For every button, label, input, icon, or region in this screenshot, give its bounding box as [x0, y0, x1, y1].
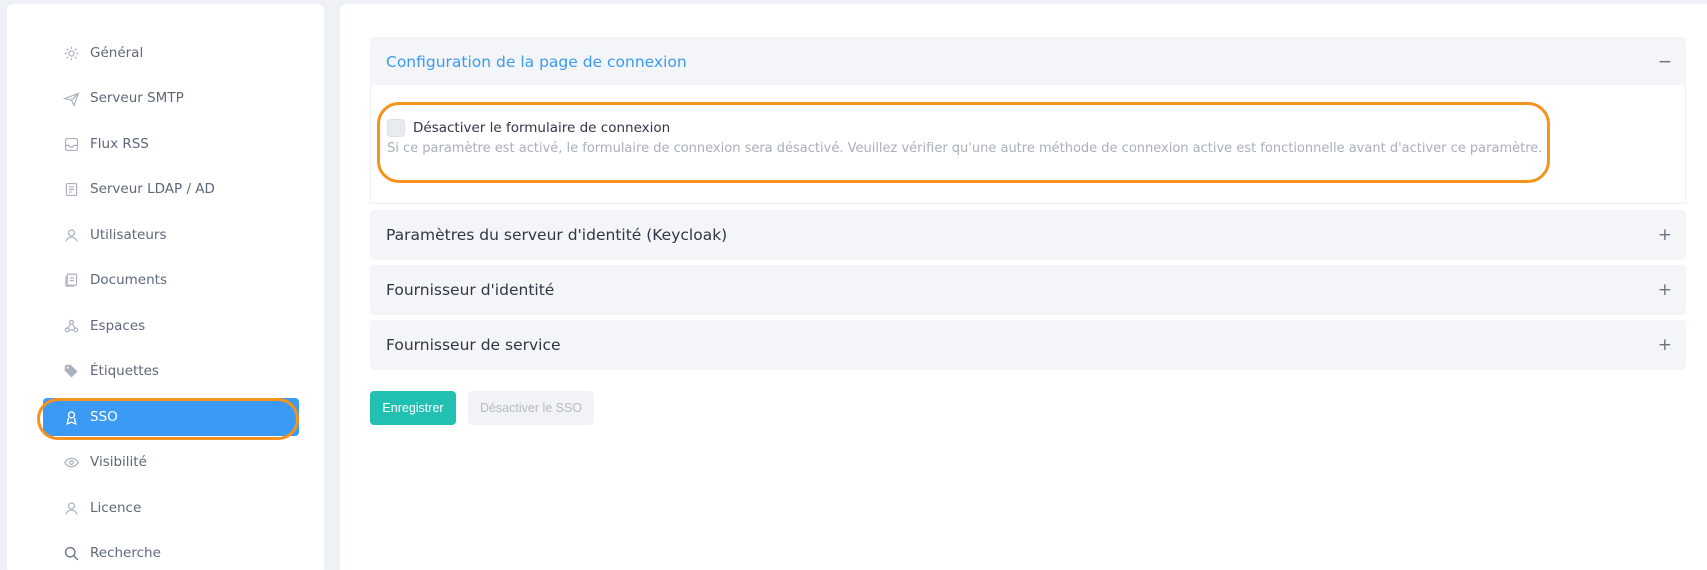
eye-icon [63, 454, 80, 471]
sidebar-item-label: Serveur SMTP [90, 90, 184, 106]
collapse-icon[interactable]: − [1658, 52, 1672, 72]
section-identity-provider[interactable]: Fournisseur d'identité + [370, 265, 1686, 315]
documents-icon [63, 272, 80, 289]
sidebar-item-label: Utilisateurs [90, 227, 167, 243]
sidebar-item-label: Visibilité [90, 454, 147, 470]
sidebar: Général Serveur SMTP Flux RSS Serveur LD… [7, 4, 324, 570]
sidebar-item-general[interactable]: Général [43, 34, 299, 72]
sidebar-item-label: Recherche [90, 545, 161, 561]
sidebar-item-label: Licence [90, 500, 142, 516]
section-identity-server[interactable]: Paramètres du serveur d'identité (Keyclo… [370, 210, 1686, 260]
sidebar-item-users[interactable]: Utilisateurs [43, 216, 299, 254]
server-icon [63, 181, 80, 198]
expand-icon[interactable]: + [1658, 335, 1672, 355]
license-icon [63, 500, 80, 517]
sidebar-item-sso[interactable]: SSO [43, 398, 299, 436]
disable-login-form-row: Désactiver le formulaire de connexion [387, 119, 670, 137]
expand-icon[interactable]: + [1658, 225, 1672, 245]
sidebar-item-label: Espaces [90, 318, 146, 334]
section-title: Configuration de la page de connexion [386, 53, 687, 71]
sidebar-item-smtp[interactable]: Serveur SMTP [43, 79, 299, 117]
search-icon [63, 545, 80, 562]
save-button[interactable]: Enregistrer [370, 391, 456, 425]
sidebar-item-label: Étiquettes [90, 363, 159, 379]
section-title: Paramètres du serveur d'identité (Keyclo… [386, 226, 728, 244]
section-title: Fournisseur d'identité [386, 281, 555, 299]
sidebar-item-label: Flux RSS [90, 136, 149, 152]
section-service-provider[interactable]: Fournisseur de service + [370, 320, 1686, 370]
checkbox-label: Désactiver le formulaire de connexion [413, 120, 671, 136]
help-text: Si ce paramètre est activé, le formulair… [387, 141, 1543, 156]
tags-icon [63, 363, 80, 380]
sidebar-item-documents[interactable]: Documents [43, 261, 299, 299]
disable-login-form-checkbox[interactable] [387, 119, 405, 137]
section-login-page-body: Désactiver le formulaire de connexion Si… [370, 85, 1686, 204]
inbox-icon [63, 136, 80, 153]
sidebar-item-label: Général [90, 45, 144, 61]
gear-icon [63, 45, 80, 62]
expand-icon[interactable]: + [1658, 280, 1672, 300]
sidebar-item-search[interactable]: Recherche [43, 534, 299, 570]
user-icon [63, 227, 80, 244]
sidebar-item-tags[interactable]: Étiquettes [43, 352, 299, 390]
section-login-page[interactable]: Configuration de la page de connexion − [370, 37, 1686, 87]
sidebar-item-label: Serveur LDAP / AD [90, 181, 215, 197]
spaces-icon [63, 318, 80, 335]
sidebar-item-license[interactable]: Licence [43, 489, 299, 527]
main-panel: Configuration de la page de connexion − … [340, 4, 1707, 570]
sidebar-item-ldap[interactable]: Serveur LDAP / AD [43, 170, 299, 208]
send-icon [63, 90, 80, 107]
disable-sso-button[interactable]: Désactiver le SSO [468, 391, 594, 425]
sidebar-item-label: SSO [90, 409, 118, 425]
sidebar-item-label: Documents [90, 272, 167, 288]
badge-icon [63, 409, 80, 426]
sidebar-item-spaces[interactable]: Espaces [43, 307, 299, 345]
sidebar-item-visibility[interactable]: Visibilité [43, 443, 299, 481]
sidebar-item-rss[interactable]: Flux RSS [43, 125, 299, 163]
section-title: Fournisseur de service [386, 336, 561, 354]
